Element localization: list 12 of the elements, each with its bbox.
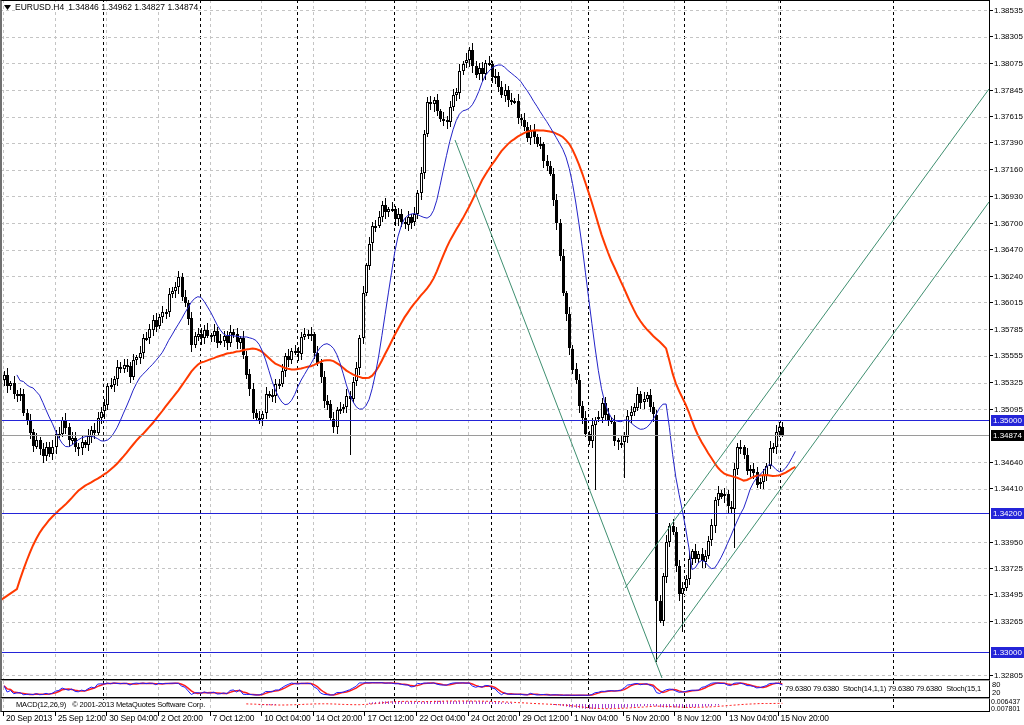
price-quote: 1.34846 1.34962 1.34827 1.34874 [68, 2, 199, 12]
time-axis-label: 25 Sep 12:00 [54, 712, 106, 725]
bid-price-label: 1.34874 [991, 430, 1024, 441]
price-axis-label: 1.36015 [990, 297, 1023, 308]
time-axis-label: 20 Sep 2013 [3, 712, 52, 725]
price-level-label: 1.33000 [991, 647, 1024, 658]
price-level-label: 1.35000 [991, 415, 1024, 426]
time-axis-label: 30 Sep 04:00 [106, 712, 158, 725]
caret-icon [4, 4, 11, 10]
symbol-label: EURUSD.H4 [15, 2, 65, 12]
price-level-label: 1.34200 [991, 508, 1024, 519]
price-axis-label: 1.35325 [990, 377, 1023, 388]
